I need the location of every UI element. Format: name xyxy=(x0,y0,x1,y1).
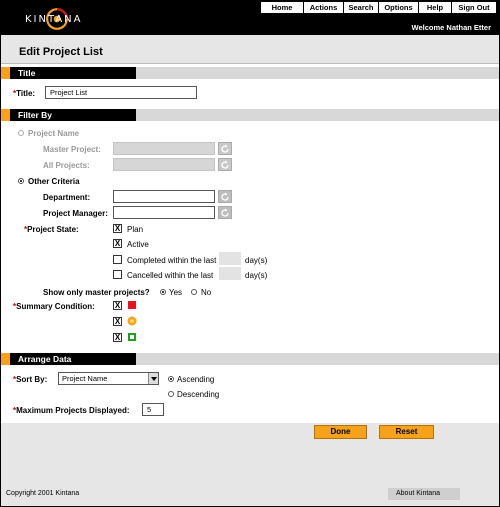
show-master-yes-label: Yes xyxy=(169,288,183,297)
descending-radio[interactable] xyxy=(168,391,174,397)
other-criteria-option-label: Other Criteria xyxy=(28,177,80,186)
completed-days-suffix: day(s) xyxy=(245,256,268,265)
state-completed-label: Completed within the last xyxy=(127,256,217,265)
nav-search[interactable]: Search xyxy=(344,2,379,13)
all-projects-label: All Projects: xyxy=(43,161,90,170)
sort-by-label: *Sort By: xyxy=(13,375,47,384)
cancelled-days-suffix: day(s) xyxy=(245,271,268,280)
about-link-box[interactable]: About Kintana xyxy=(388,488,460,500)
department-label: Department: xyxy=(43,193,91,202)
arrange-section-header: Arrange Data xyxy=(1,353,499,365)
all-projects-input[interactable] xyxy=(113,158,215,171)
about-link[interactable]: About Kintana xyxy=(396,490,440,497)
show-master-no-radio[interactable] xyxy=(191,289,197,295)
yellow-status-icon xyxy=(127,316,137,326)
master-project-label: Master Project: xyxy=(43,145,101,154)
summary-red-checkbox[interactable]: X xyxy=(113,301,122,310)
max-projects-label: *Maximum Projects Displayed: xyxy=(13,406,130,415)
sort-by-label-text: Sort By: xyxy=(16,375,48,384)
descending-label: Descending xyxy=(177,390,220,399)
max-projects-input[interactable]: 5 xyxy=(142,403,164,416)
summary-yellow-checkbox[interactable]: X xyxy=(113,317,122,326)
section-label: Filter By xyxy=(18,110,53,120)
section-label: Arrange Data xyxy=(18,354,72,364)
state-plan-checkbox[interactable]: X xyxy=(113,224,122,233)
done-button[interactable]: Done xyxy=(314,425,367,439)
refresh-icon xyxy=(221,160,229,169)
sort-by-selected-value: Project Name xyxy=(62,374,108,383)
project-manager-label: Project Manager: xyxy=(43,209,108,218)
nav-actions[interactable]: Actions xyxy=(304,2,344,13)
ascending-radio[interactable] xyxy=(168,376,174,382)
summary-condition-label: *Summary Condition: xyxy=(13,302,95,311)
master-project-lookup-button[interactable] xyxy=(218,142,232,155)
top-bar: KINTANA Home Actions Search Options Help… xyxy=(1,1,499,35)
department-lookup-button[interactable] xyxy=(218,190,232,203)
refresh-icon xyxy=(221,144,229,153)
title-input[interactable]: Project List xyxy=(45,86,197,99)
state-cancelled-checkbox[interactable] xyxy=(113,270,122,279)
other-criteria-radio[interactable] xyxy=(18,178,24,184)
nav-home[interactable]: Home xyxy=(261,2,304,13)
refresh-icon xyxy=(221,192,229,201)
summary-green-checkbox[interactable]: X xyxy=(113,333,122,342)
nav-help[interactable]: Help xyxy=(419,2,452,13)
project-state-label: *Project State: xyxy=(24,225,79,234)
page-title-bar: Edit Project List xyxy=(1,35,499,64)
cancelled-days-input[interactable] xyxy=(219,267,241,280)
copyright-text: Copyright 2001 Kintana xyxy=(6,490,80,497)
page-title: Edit Project List xyxy=(19,46,103,58)
department-input[interactable] xyxy=(113,190,215,203)
project-manager-input[interactable] xyxy=(113,206,215,219)
section-marker xyxy=(1,109,10,121)
summary-condition-label-text: Summary Condition: xyxy=(16,302,95,311)
nav-sign-out[interactable]: Sign Out xyxy=(452,2,497,13)
project-name-option-label: Project Name xyxy=(28,129,80,138)
title-section-header: Title xyxy=(1,67,499,79)
section-marker xyxy=(1,353,10,365)
logo-text: KINTANA xyxy=(25,14,83,25)
all-projects-lookup-button[interactable] xyxy=(218,158,232,171)
section-label: Title xyxy=(18,68,36,78)
reset-button[interactable]: Reset xyxy=(379,425,434,439)
state-completed-checkbox[interactable] xyxy=(113,255,122,264)
show-master-label: Show only master projects? xyxy=(43,288,150,297)
ascending-label: Ascending xyxy=(177,375,215,384)
red-status-icon xyxy=(128,301,136,309)
completed-days-input[interactable] xyxy=(219,252,241,265)
state-plan-label: Plan xyxy=(127,225,144,234)
state-active-label: Active xyxy=(127,240,149,249)
section-marker xyxy=(1,67,10,79)
state-cancelled-label: Cancelled within the last xyxy=(127,271,214,280)
sort-by-select[interactable]: Project Name xyxy=(58,372,159,385)
master-project-input[interactable] xyxy=(113,142,215,155)
chevron-down-icon xyxy=(148,373,158,384)
project-name-radio[interactable] xyxy=(18,130,24,136)
welcome-text: Welcome Nathan Etter xyxy=(411,23,491,32)
refresh-icon xyxy=(221,208,229,217)
show-master-no-label: No xyxy=(201,288,212,297)
project-state-label-text: Project State: xyxy=(27,225,79,234)
title-label: *Title: xyxy=(13,89,35,98)
max-projects-label-text: Maximum Projects Displayed: xyxy=(16,406,130,415)
filter-section-header: Filter By xyxy=(1,109,499,121)
project-manager-lookup-button[interactable] xyxy=(218,206,232,219)
show-master-yes-radio[interactable] xyxy=(160,289,166,295)
main-nav: Home Actions Search Options Help Sign Ou… xyxy=(261,2,497,13)
title-label-text: Title: xyxy=(16,89,36,98)
nav-options[interactable]: Options xyxy=(379,2,419,13)
green-status-icon xyxy=(128,333,136,341)
state-active-checkbox[interactable]: X xyxy=(113,239,122,248)
